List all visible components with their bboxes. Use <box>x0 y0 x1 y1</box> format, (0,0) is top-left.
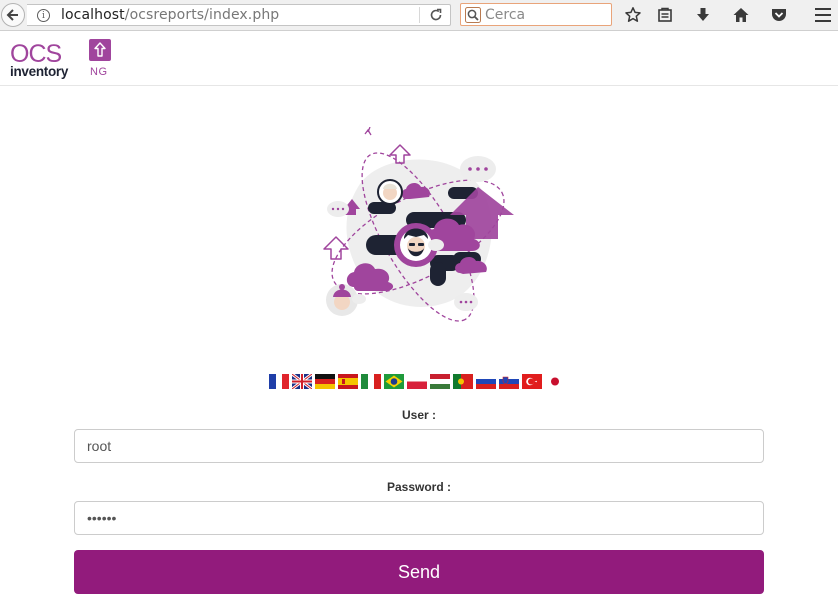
reading-list-icon[interactable] <box>655 5 675 25</box>
flag-polish-icon[interactable] <box>407 374 427 389</box>
svg-text:NG: NG <box>90 66 108 78</box>
url-bar[interactable]: i localhost/ocsreports/index.php <box>27 4 451 26</box>
site-info-icon[interactable]: i <box>37 9 50 22</box>
url-text[interactable]: localhost/ocsreports/index.php <box>61 7 279 23</box>
flag-german-icon[interactable] <box>315 374 335 389</box>
flag-portuguese-icon[interactable] <box>453 374 473 389</box>
svg-text:inventory: inventory <box>10 64 69 79</box>
bookmark-star-icon[interactable] <box>623 5 643 25</box>
flag-spanish-icon[interactable] <box>338 374 358 389</box>
menu-icon[interactable] <box>808 5 838 25</box>
flag-japanese-icon[interactable] <box>545 374 565 389</box>
send-button[interactable]: Send <box>74 550 764 594</box>
hero-illustration <box>323 127 514 322</box>
search-bar[interactable]: Cerca <box>460 3 612 26</box>
search-icon <box>465 7 481 23</box>
reload-icon[interactable] <box>429 8 443 22</box>
flag-slovenian-icon[interactable] <box>499 374 519 389</box>
back-button[interactable] <box>1 3 25 27</box>
browser-toolbar: i localhost/ocsreports/index.php Cerca <box>0 0 838 31</box>
password-label: Password : <box>386 480 452 494</box>
flag-turkish-icon[interactable] <box>522 374 542 389</box>
user-label: User : <box>401 408 436 422</box>
user-input[interactable] <box>74 429 764 463</box>
flag-italian-icon[interactable] <box>361 374 381 389</box>
back-arrow-icon <box>6 9 18 21</box>
flag-english-icon[interactable] <box>292 374 312 389</box>
search-input[interactable]: Cerca <box>485 7 525 23</box>
password-input[interactable] <box>74 501 764 535</box>
page-header: OCS inventory NG <box>0 31 838 86</box>
home-icon[interactable] <box>731 5 751 25</box>
downloads-icon[interactable] <box>693 5 713 25</box>
pocket-icon[interactable] <box>769 5 789 25</box>
ocs-inventory-logo[interactable]: OCS inventory NG <box>10 39 114 79</box>
url-divider <box>419 7 420 23</box>
flag-french-icon[interactable] <box>269 374 289 389</box>
flag-brazilian-icon[interactable] <box>384 374 404 389</box>
flag-hungarian-icon[interactable] <box>430 374 450 389</box>
flag-russian-icon[interactable] <box>476 374 496 389</box>
